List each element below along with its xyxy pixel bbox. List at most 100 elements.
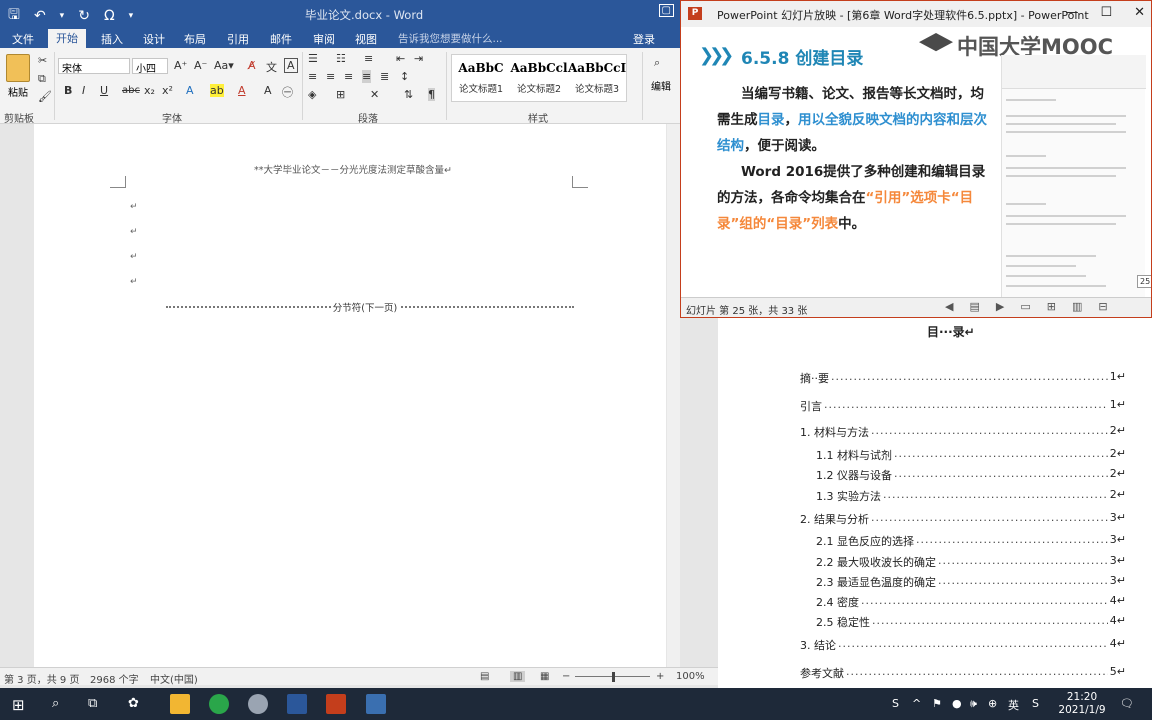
system-clock[interactable]: 21:20 2021/1/9 — [1056, 691, 1108, 717]
toc-entry[interactable]: 引言......................................… — [800, 398, 1126, 414]
close-icon[interactable]: ✕ — [1134, 5, 1145, 20]
zoom-slider-thumb[interactable] — [612, 672, 615, 682]
login-link[interactable]: 登录 — [633, 31, 655, 47]
task-view-icon[interactable]: ⧉ — [88, 696, 97, 711]
undo-dropdown-icon[interactable]: ▾ — [60, 11, 65, 21]
numbering-icon[interactable]: ☷ — [336, 52, 346, 65]
minimize-icon[interactable]: — — [1065, 5, 1078, 20]
cut-icon[interactable]: ✂ — [38, 54, 47, 67]
style-heading1[interactable]: AaBbC 论文标题1 — [452, 61, 510, 95]
ribbon-display-icon[interactable]: ▢ — [658, 4, 674, 17]
tab-design[interactable]: 设计 — [135, 30, 173, 48]
toc-entry[interactable]: 摘··要....................................… — [800, 370, 1126, 386]
borders-icon[interactable]: ⊞ — [336, 88, 345, 101]
save-icon[interactable]: 🖫 — [8, 4, 20, 28]
font-name-combo[interactable]: 宋体 — [58, 58, 130, 75]
slide-menu-icon[interactable]: ▤ — [969, 300, 979, 313]
strikethrough-icon[interactable]: abc — [122, 85, 140, 96]
customize-qat-icon[interactable]: ▾ — [129, 11, 134, 21]
tab-file[interactable]: 文件 — [4, 30, 42, 48]
tab-mailings[interactable]: 邮件 — [262, 30, 300, 48]
normal-view-icon[interactable]: ▭ — [1020, 300, 1030, 313]
word-count-status[interactable]: 2968 个字 — [90, 671, 139, 686]
char-shading-icon[interactable]: A — [264, 84, 272, 97]
tray-app-icon[interactable]: ● — [952, 697, 962, 710]
chinese-layout-icon[interactable]: ✕ — [370, 88, 379, 101]
app-icon[interactable]: ✿ — [128, 696, 139, 711]
decrease-indent-icon[interactable]: ⇤ — [396, 52, 405, 65]
tab-home[interactable]: 开始 — [48, 29, 86, 48]
distributed-icon[interactable]: ≣ — [380, 70, 389, 83]
toc-entry[interactable]: 2.2 最大吸收波长的确定...........................… — [816, 554, 1126, 570]
italic-icon[interactable]: I — [82, 84, 85, 97]
enclose-char-icon[interactable]: ㊀ — [282, 84, 293, 100]
font-size-combo[interactable]: 小四 — [132, 58, 168, 75]
ime-indicator[interactable]: 英 — [1008, 697, 1019, 713]
volume-icon[interactable]: 🕪 — [970, 697, 977, 711]
char-border-icon[interactable]: A — [284, 58, 298, 73]
undo-icon[interactable]: ↶ — [34, 8, 46, 24]
tray-app-icon[interactable]: S — [1032, 697, 1039, 710]
tray-app-icon[interactable]: S — [892, 697, 899, 710]
underline-icon[interactable]: U — [100, 84, 108, 97]
print-layout-icon[interactable]: ▥ — [510, 671, 526, 682]
format-painter-icon[interactable]: 🖌 — [38, 90, 52, 103]
align-right-icon[interactable]: ≡ — [344, 70, 353, 83]
show-hidden-icons[interactable]: ^ — [912, 697, 921, 710]
zoom-out-icon[interactable]: − — [562, 671, 570, 682]
superscript-icon[interactable]: x² — [162, 84, 173, 97]
justify-icon[interactable]: ≡ — [362, 70, 372, 83]
change-case-icon[interactable]: Aa▾ — [214, 59, 234, 72]
text-effects-icon[interactable]: A — [186, 84, 194, 97]
tray-app-icon[interactable]: ⚑ — [932, 697, 942, 710]
search-icon[interactable]: ⌕ — [52, 696, 59, 711]
tab-insert[interactable]: 插入 — [93, 30, 131, 48]
document-page[interactable]: **大学毕业论文－－分光光度法测定草酸含量↵ ↵ ↵ ↵ ↵ 分节符(下一页) — [34, 124, 666, 667]
web-layout-icon[interactable]: ▦ — [540, 671, 549, 682]
browser-icon[interactable] — [209, 694, 229, 714]
toc-entry[interactable]: 2.5 稳定性.................................… — [816, 614, 1126, 630]
file-explorer-icon[interactable] — [170, 694, 190, 714]
paste-icon[interactable] — [6, 54, 30, 82]
toc-entry[interactable]: 参考文献....................................… — [800, 665, 1126, 681]
editing-button[interactable]: 编辑 — [648, 78, 674, 93]
toc-entry[interactable]: 1.3 实验方法................................… — [816, 488, 1126, 504]
bold-icon[interactable]: B — [64, 84, 72, 97]
page-count-status[interactable]: 第 3 页，共 9 页 — [4, 671, 79, 686]
previous-slide-icon[interactable]: ◀ — [945, 300, 953, 313]
network-icon[interactable]: ⊕ — [988, 697, 997, 710]
increase-indent-icon[interactable]: ⇥ — [414, 52, 423, 65]
word-taskbar-icon[interactable] — [287, 694, 307, 714]
shrink-font-icon[interactable]: A⁻ — [194, 59, 207, 72]
app-icon[interactable] — [366, 694, 386, 714]
paste-button[interactable]: 粘贴 — [8, 84, 28, 99]
align-left-icon[interactable]: ≡ — [308, 70, 317, 83]
copy-icon[interactable]: ⧉ — [38, 72, 46, 86]
app-icon[interactable] — [248, 694, 268, 714]
clear-format-icon[interactable]: A̸ — [248, 59, 256, 72]
toc-entry[interactable]: 1.1 材料与试剂...............................… — [816, 447, 1126, 463]
toc-entry[interactable]: 2.1 显色反应的选择.............................… — [816, 533, 1126, 549]
zoom-in-icon[interactable]: + — [656, 671, 664, 682]
maximize-icon[interactable]: ☐ — [1100, 5, 1112, 20]
tab-layout[interactable]: 布局 — [176, 30, 214, 48]
language-status[interactable]: 中文(中国) — [150, 671, 198, 686]
tell-me-box[interactable]: 告诉我您想要做什么... — [398, 31, 503, 46]
subscript-icon[interactable]: x₂ — [144, 84, 155, 97]
show-marks-icon[interactable]: ¶ — [428, 88, 435, 101]
toc-entry[interactable]: 2. 结果与分析................................… — [800, 511, 1126, 527]
tab-view[interactable]: 视图 — [347, 30, 385, 48]
font-color-icon[interactable]: A — [238, 84, 246, 97]
style-heading3[interactable]: AaBbCcI 论文标题3 — [568, 61, 626, 95]
phonetic-guide-icon[interactable]: 文 — [266, 59, 277, 75]
style-heading2[interactable]: AaBbCcl 论文标题2 — [510, 61, 568, 95]
next-slide-icon[interactable]: ▶ — [996, 300, 1004, 313]
powerpoint-taskbar-icon[interactable] — [326, 694, 346, 714]
slideshow-view-icon[interactable]: ⊟ — [1098, 300, 1107, 313]
bullets-icon[interactable]: ☰ — [308, 52, 318, 65]
toc-entry[interactable]: 1.2 仪器与设备...............................… — [816, 467, 1126, 483]
toc-entry[interactable]: 2.3 最适显色温度的确定...........................… — [816, 574, 1126, 590]
tab-review[interactable]: 审阅 — [305, 30, 343, 48]
tab-references[interactable]: 引用 — [219, 30, 257, 48]
multilevel-list-icon[interactable]: ≡ — [364, 52, 373, 65]
